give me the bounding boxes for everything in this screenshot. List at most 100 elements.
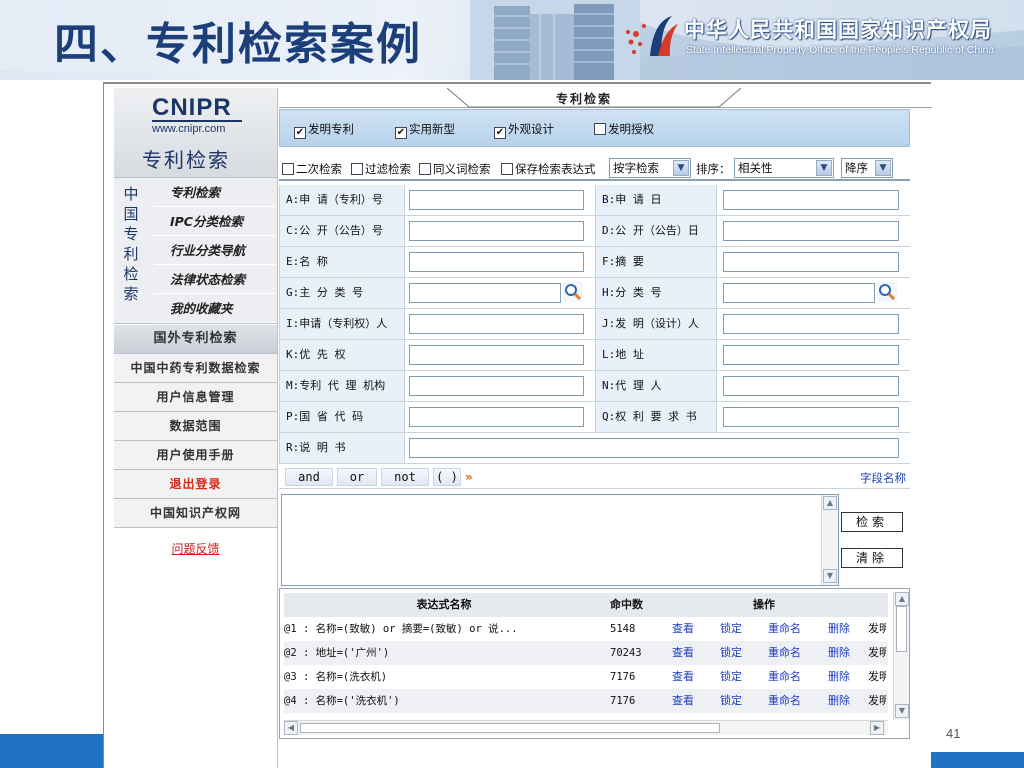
scroll-right-icon[interactable]: ▶ <box>870 721 884 735</box>
checkbox-invention[interactable]: ✔ 发明专利 <box>294 121 354 139</box>
checkbox-box[interactable] <box>501 163 513 175</box>
claims-input[interactable] <box>723 407 899 427</box>
checkbox-design[interactable]: ✔ 外观设计 <box>494 121 554 139</box>
rename-link[interactable]: 重命名 <box>768 617 801 641</box>
checkbox-label: 过滤检索 <box>365 162 411 176</box>
search-mode-select[interactable]: 按字检索 ▼ <box>609 158 691 178</box>
scroll-thumb[interactable] <box>300 723 720 733</box>
feedback-link[interactable]: 问题反馈 <box>114 540 277 557</box>
checkbox-box[interactable] <box>594 123 606 135</box>
field-label-address: L:地 址 <box>595 340 717 370</box>
lock-link[interactable]: 锁定 <box>720 641 742 665</box>
brand-logo[interactable]: CNIPR <box>152 94 232 122</box>
application-no-input[interactable] <box>409 190 584 210</box>
view-link[interactable]: 查看 <box>672 665 694 689</box>
results-horizontal-scrollbar[interactable]: ◀ ▶ <box>284 720 888 735</box>
checkbox-box[interactable]: ✔ <box>494 127 506 139</box>
operator-parens-button[interactable]: ( ) <box>433 468 461 486</box>
menu-item-patent-search[interactable]: 专利检索 <box>154 178 276 207</box>
checkbox-utility-model[interactable]: ✔ 实用新型 <box>395 121 455 139</box>
scroll-left-icon[interactable]: ◀ <box>284 721 298 735</box>
lock-link[interactable]: 锁定 <box>720 665 742 689</box>
search-button[interactable]: 检索 <box>841 512 903 532</box>
description-input[interactable] <box>409 438 899 458</box>
results-vertical-scrollbar[interactable]: ▲ ▼ <box>893 592 909 720</box>
field-names-link[interactable]: 字段名称 <box>860 470 906 486</box>
agent-input[interactable] <box>723 376 899 396</box>
delete-link[interactable]: 删除 <box>828 665 850 689</box>
checkbox-synonym-search[interactable]: 同义词检索 <box>419 161 491 176</box>
lock-link[interactable]: 锁定 <box>720 617 742 641</box>
select-value: 相关性 <box>738 161 773 175</box>
search-icon[interactable] <box>877 282 897 302</box>
clear-button[interactable]: 清除 <box>841 548 903 568</box>
sidebar-item-cnipr-site[interactable]: 中国知识产权网 <box>114 499 277 528</box>
applicant-input[interactable] <box>409 314 584 334</box>
operator-or-button[interactable]: or <box>337 468 377 486</box>
expression-textarea[interactable]: ▲ ▼ <box>281 494 839 586</box>
tab-patent-search[interactable]: 专利检索 <box>529 90 639 107</box>
rename-link[interactable]: 重命名 <box>768 665 801 689</box>
abstract-input[interactable] <box>723 252 899 272</box>
view-link[interactable]: 查看 <box>672 617 694 641</box>
checkbox-box[interactable]: ✔ <box>395 127 407 139</box>
delete-link[interactable]: 删除 <box>828 641 850 665</box>
scroll-thumb[interactable] <box>896 606 907 652</box>
address-input[interactable] <box>723 345 899 365</box>
checkbox-box[interactable]: ✔ <box>294 127 306 139</box>
checkbox-filter-search[interactable]: 过滤检索 <box>351 161 411 176</box>
search-icon[interactable] <box>563 282 583 302</box>
rename-link[interactable]: 重命名 <box>768 689 801 713</box>
main-class-input[interactable] <box>409 283 561 303</box>
view-link[interactable]: 查看 <box>672 689 694 713</box>
chevron-down-icon[interactable]: ▼ <box>875 160 891 176</box>
search-options-bar: 二次检索 过滤检索 同义词检索 保存检索表达式 按字检索 ▼ 排序： 相关性 ▼ 降… <box>279 155 910 181</box>
sidebar-item-tcm-patent[interactable]: 中国中药专利数据检索 <box>114 354 277 383</box>
checkbox-box[interactable] <box>282 163 294 175</box>
checkbox-box[interactable] <box>419 163 431 175</box>
publication-date-input[interactable] <box>723 221 899 241</box>
chevron-down-icon[interactable]: ▼ <box>816 160 832 176</box>
expression-scrollbar[interactable]: ▲ ▼ <box>821 495 838 585</box>
sidebar-item-logout[interactable]: 退出登录 <box>114 470 277 499</box>
sidebar-item-data-range[interactable]: 数据范围 <box>114 412 277 441</box>
delete-link[interactable]: 删除 <box>828 689 850 713</box>
menu-item-industry-nav[interactable]: 行业分类导航 <box>154 236 276 265</box>
scroll-down-icon[interactable]: ▼ <box>895 704 909 718</box>
menu-item-favorites[interactable]: 我的收藏夹 <box>154 294 276 323</box>
sort-field-select[interactable]: 相关性 ▼ <box>734 158 834 178</box>
publication-no-input[interactable] <box>409 221 584 241</box>
sidebar-item-user-manual[interactable]: 用户使用手册 <box>114 441 277 470</box>
sidebar-item-user-info[interactable]: 用户信息管理 <box>114 383 277 412</box>
inventor-input[interactable] <box>723 314 899 334</box>
checkbox-box[interactable] <box>351 163 363 175</box>
scroll-up-icon[interactable]: ▲ <box>823 496 837 510</box>
view-link[interactable]: 查看 <box>672 641 694 665</box>
rename-link[interactable]: 重命名 <box>768 641 801 665</box>
double-chevron-right-icon[interactable]: » <box>465 470 473 484</box>
priority-input[interactable] <box>409 345 584 365</box>
checkbox-save-expression[interactable]: 保存检索表达式 <box>501 161 596 176</box>
delete-link[interactable]: 删除 <box>828 617 850 641</box>
operator-not-button[interactable]: not <box>381 468 429 486</box>
title-input[interactable] <box>409 252 584 272</box>
building-image <box>470 0 640 80</box>
menu-item-legal-status[interactable]: 法律状态检索 <box>154 265 276 294</box>
table-row: @1 : 名称=(致敏) or 摘要=(致敏) or 说... 5148 查看 … <box>284 617 888 641</box>
sidebar-item-foreign-patent[interactable]: 国外专利检索 <box>114 325 277 354</box>
operator-and-button[interactable]: and <box>285 468 333 486</box>
sort-order-select[interactable]: 降序 ▼ <box>841 158 893 178</box>
lock-link[interactable]: 锁定 <box>720 689 742 713</box>
scroll-down-icon[interactable]: ▼ <box>823 569 837 583</box>
application-date-input[interactable] <box>723 190 899 210</box>
province-code-input[interactable] <box>409 407 584 427</box>
checkbox-secondary-search[interactable]: 二次检索 <box>282 161 342 176</box>
chevron-down-icon[interactable]: ▼ <box>673 160 689 176</box>
field-label-inventor: J:发 明（设计）人 <box>595 309 717 339</box>
agency-input[interactable] <box>409 376 584 396</box>
field-label-application-no: A:申 请（专利）号 <box>279 185 405 215</box>
checkbox-granted[interactable]: 发明授权 <box>594 121 654 136</box>
scroll-up-icon[interactable]: ▲ <box>895 592 909 606</box>
class-input[interactable] <box>723 283 875 303</box>
menu-item-ipc-search[interactable]: IPC分类检索 <box>154 207 276 236</box>
